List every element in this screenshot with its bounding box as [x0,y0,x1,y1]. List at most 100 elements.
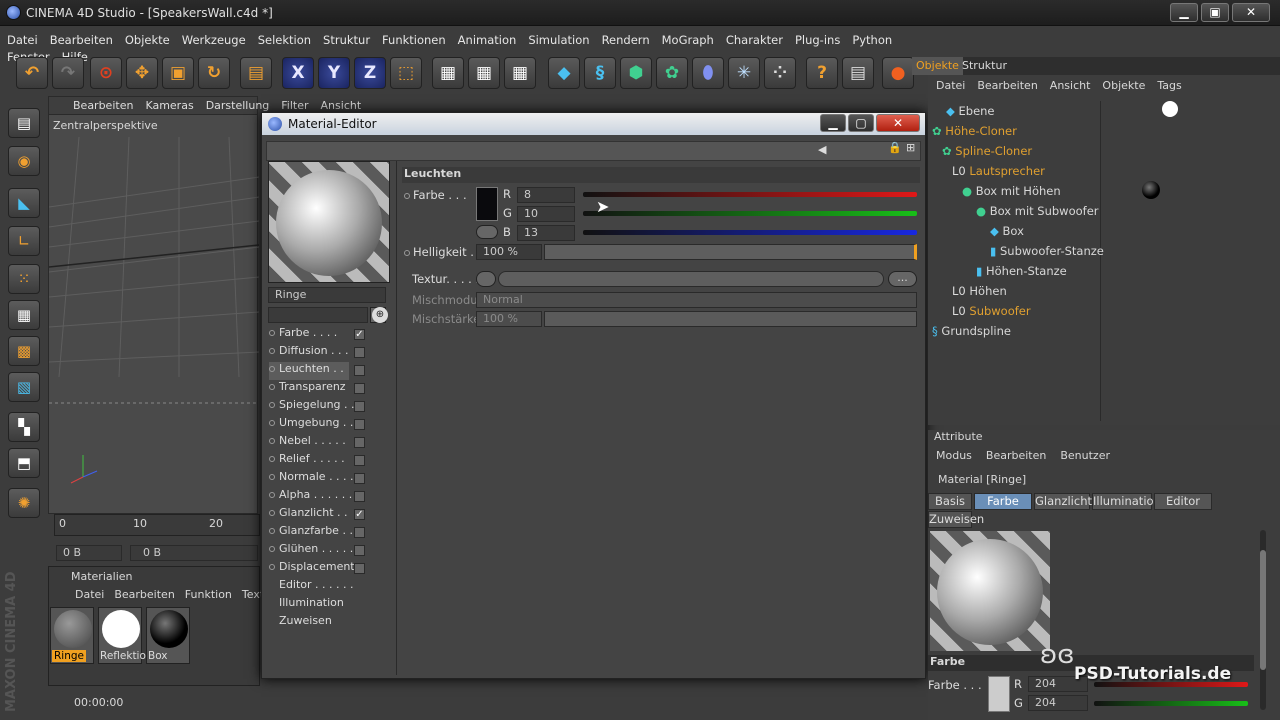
recent-tool-icon[interactable]: ▤ [240,57,272,89]
displacement-checkbox[interactable] [354,563,365,574]
attr-g-field[interactable]: 204 [1028,695,1088,711]
menu-simulation[interactable]: Simulation [521,30,594,47]
menu-struktur[interactable]: Struktur [316,30,375,47]
attr-tab-editor[interactable]: Editor [1154,493,1212,510]
gluehen-checkbox[interactable] [354,545,365,556]
tree-row-hoehen[interactable]: L0 Höhen [952,284,1007,298]
rotate-icon[interactable]: ↻ [198,57,230,89]
layout-icon[interactable]: ▤ [842,57,874,89]
tree-row-box-mit-hoehen[interactable]: ● Box mit Höhen [962,184,1061,198]
menu-plugins[interactable]: Plug-ins [788,30,845,47]
glanzfarbe-checkbox[interactable] [354,527,365,538]
current-frame-field[interactable]: 0 B [130,545,258,561]
viewport-menu-kameras[interactable]: Kameras [145,99,193,112]
tree-row-hoehe-cloner[interactable]: ✿ Höhe-Cloner [932,124,1017,138]
viewport-menu-ansicht[interactable]: Ansicht [321,99,362,112]
umgebung-checkbox[interactable] [354,419,365,430]
channel-transparenz[interactable]: Transparenz [269,380,365,398]
channel-gluehen[interactable]: Glühen . . . . . [269,542,365,560]
x-axis-icon[interactable]: X [282,57,314,89]
g-slider[interactable] [583,211,917,216]
minimize-button[interactable]: ▁ [1170,3,1198,22]
channel-glanzfarbe[interactable]: Glanzfarbe . . [269,524,365,542]
viewport-menu-darstellung[interactable]: Darstellung [206,99,270,112]
color-swatch[interactable] [476,187,498,221]
channel-nebel[interactable]: Nebel . . . . . [269,434,365,452]
menu-python[interactable]: Python [845,30,897,47]
attr-tab-zuweisen[interactable]: Zuweisen [928,511,984,528]
snap-icon[interactable]: ⬒ [8,448,40,478]
channel-farbe[interactable]: Farbe . . . . ✓ [269,326,365,344]
back-arrow-icon[interactable]: ◀ [818,143,826,156]
mischstaerke-field[interactable]: 100 % [476,311,542,327]
lock-icon[interactable]: 🔒 [888,141,902,154]
tree-row-spline-cloner[interactable]: ✿ Spline-Cloner [942,144,1032,158]
z-axis-icon[interactable]: Z [354,57,386,89]
materials-menu-datei[interactable]: Datei [75,588,104,601]
coordinate-system-icon[interactable]: ⬚ [390,57,422,89]
attr-menu-benutzer[interactable]: Benutzer [1060,449,1110,462]
attr-tab-farbe[interactable]: Farbe [974,493,1032,510]
channel-relief[interactable]: Relief . . . . . [269,452,365,470]
subdivision-icon[interactable]: ⬢ [620,57,652,89]
close-button[interactable]: ✕ [1232,3,1270,22]
nebel-checkbox[interactable] [354,437,365,448]
viewport-menu-bearbeiten[interactable]: Bearbeiten [73,99,133,112]
channel-spiegelung[interactable]: Spiegelung . . [269,398,365,416]
globe-icon[interactable]: ● [882,57,914,89]
objects-menu-datei[interactable]: Datei [936,79,965,92]
viewport-menu-filter[interactable]: Filter [281,99,308,112]
redo-icon[interactable]: ↷ [52,57,84,89]
tree-row-box[interactable]: ◆ Box [990,224,1024,238]
helligkeit-slider[interactable] [544,244,917,260]
model-mode-icon[interactable]: ▤ [8,108,40,138]
tree-row-box-mit-subwoofer[interactable]: ● Box mit Subwoofer [976,204,1099,218]
color-mode-button[interactable] [476,225,498,239]
menu-datei[interactable]: Datei [0,30,43,47]
timeline-ruler[interactable]: 0 10 20 [54,514,260,536]
r-slider[interactable] [583,192,917,197]
live-selection-icon[interactable]: ⊙ [90,57,122,89]
attr-color-swatch[interactable] [988,676,1010,712]
materials-menu-funktion[interactable]: Funktion [185,588,232,601]
spiegelung-checkbox[interactable] [354,401,365,412]
material-search-field[interactable] [268,307,368,323]
menu-charakter[interactable]: Charakter [719,30,788,47]
textur-browse-button[interactable]: ... [888,271,917,287]
frame-start-field[interactable]: 0 B [56,545,122,561]
material-name-field[interactable]: Ringe [268,287,386,303]
tree-row-ebene[interactable]: ◆ Ebene [946,104,995,118]
b-slider[interactable] [583,230,917,235]
b-value-field[interactable]: 13 [517,225,575,241]
particles-icon[interactable]: ⁘ [764,57,796,89]
channel-leuchten[interactable]: Leuchten . . [269,362,365,380]
menu-bearbeiten[interactable]: Bearbeiten [43,30,118,47]
mischstaerke-slider[interactable] [544,311,917,327]
helligkeit-field[interactable]: 100 % [476,244,542,260]
scene-icon[interactable]: ✳ [728,57,760,89]
points-mode-icon[interactable]: ⁙ [8,264,40,294]
attr-tab-illumination[interactable]: Illumination [1092,493,1161,510]
texture-mode-icon[interactable]: ◣ [8,188,40,218]
menu-funktionen[interactable]: Funktionen [375,30,451,47]
leuchten-checkbox[interactable] [354,365,365,376]
menu-werkzeuge[interactable]: Werkzeuge [175,30,251,47]
mograph-cloner-icon[interactable]: ✿ [656,57,688,89]
render-view-icon[interactable]: ▦ [432,57,464,89]
channel-alpha[interactable]: Alpha . . . . . . [269,488,365,506]
tag-white-material-icon[interactable] [1162,101,1178,117]
move-icon[interactable]: ✥ [126,57,158,89]
render-settings-icon[interactable]: ▦ [504,57,536,89]
alpha-checkbox[interactable] [354,491,365,502]
object-mode-icon[interactable]: ◉ [8,146,40,176]
tree-row-hoehen-stanze[interactable]: ▮ Höhen-Stanze [976,264,1067,278]
channel-zuweisen[interactable]: Zuweisen [279,614,332,632]
menu-selektion[interactable]: Selektion [251,30,316,47]
polygons-mode-icon[interactable]: ▩ [8,336,40,366]
attr-scrollbar[interactable] [1260,530,1266,710]
menu-objekte[interactable]: Objekte [118,30,175,47]
maximize-button[interactable]: ▣ [1201,3,1229,22]
viewport[interactable]: Bearbeiten Kameras Darstellung Filter Ansich… [48,96,361,514]
normale-checkbox[interactable] [354,473,365,484]
dialog-minimize-button[interactable]: ▁ [820,114,846,132]
